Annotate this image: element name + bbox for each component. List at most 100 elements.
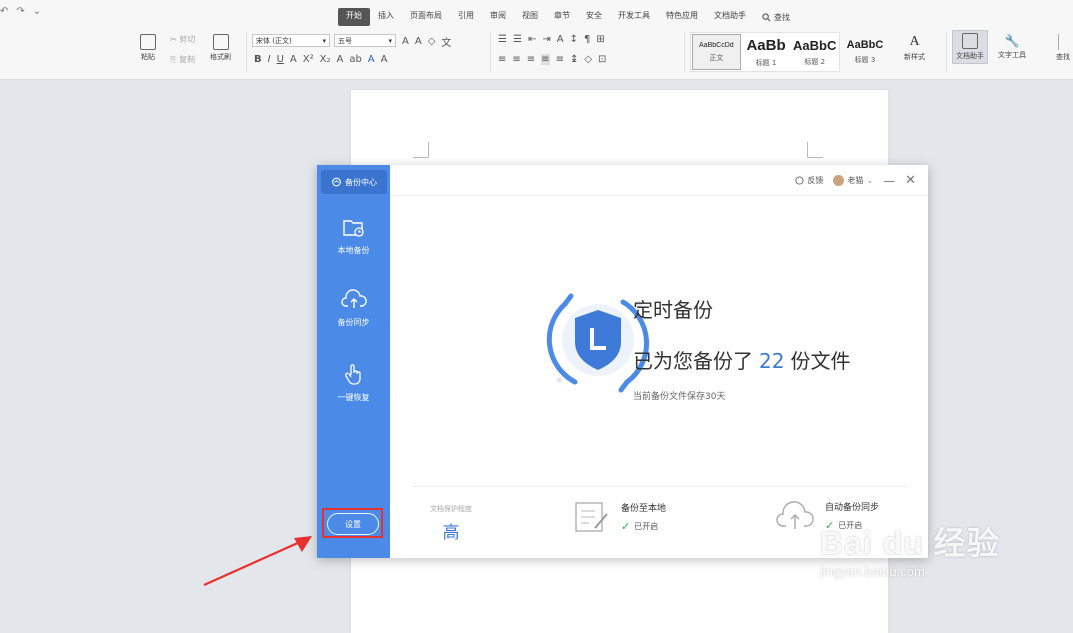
align-left-icon[interactable]: ≡: [498, 54, 506, 65]
subscript-icon[interactable]: X₂: [320, 54, 331, 65]
style-heading-1[interactable]: AaBb 标题 1: [742, 33, 791, 71]
tab-insert[interactable]: 插入: [370, 8, 402, 26]
nav-label: 一键恢复: [337, 393, 370, 402]
chevron-down-icon: ⌄: [866, 176, 874, 185]
tab-home[interactable]: 开始: [338, 8, 370, 26]
heading-scheduled-backup: 定时备份: [633, 298, 713, 322]
annotation-arrow: [203, 536, 312, 587]
copy-button[interactable]: ⎘ 复制: [170, 54, 195, 65]
style-sample: AaBbC: [846, 39, 884, 51]
tab-security[interactable]: 安全: [578, 8, 610, 26]
strikethrough-icon[interactable]: A: [290, 54, 297, 65]
new-style-label: 新样式: [904, 53, 925, 61]
ribbon: ↶ ↷ ⌄ 开始 插入 页面布局 引用 审阅 视图 章节 安全 开发工具 特色应…: [0, 0, 1073, 80]
nav-one-click-restore[interactable]: 一键恢复: [317, 362, 390, 403]
new-style-button[interactable]: A 新样式: [904, 34, 925, 62]
bold-icon[interactable]: B: [254, 54, 262, 65]
redo-icon[interactable]: ↷: [16, 6, 24, 24]
document-edit-icon: [575, 502, 608, 532]
minimize-button[interactable]: —: [883, 174, 895, 188]
settings-highlight-box: [322, 508, 383, 538]
protection-level: 文档保护程度 高: [430, 504, 472, 543]
doc-assistant-button[interactable]: 文档助手: [952, 30, 988, 64]
tab-chapter[interactable]: 章节: [546, 8, 578, 26]
paste-label: 粘贴: [141, 53, 155, 61]
line-spacing-icon[interactable]: ↨: [570, 54, 578, 65]
user-name: 老猫: [847, 176, 864, 185]
chinese-layout-icon[interactable]: A: [557, 34, 564, 45]
bullets-icon[interactable]: ☰: [498, 34, 507, 45]
tab-developer[interactable]: 开发工具: [610, 8, 658, 26]
highlight-icon[interactable]: ab: [349, 54, 361, 65]
italic-icon[interactable]: I: [268, 54, 271, 65]
ribbon-tools: 粘贴 ✂ 剪切 ⎘ 复制 格式刷 宋体 (正文) ▾ 五号 ▾ A A ◇ 文 B …: [134, 30, 1073, 74]
style-heading-2[interactable]: AaBbC 标题 2: [790, 33, 839, 71]
local-backup-name: 备份至本地: [621, 504, 667, 514]
chevron-down-icon: ▾: [388, 36, 392, 45]
format-painter-label: 格式刷: [210, 53, 231, 61]
decrease-indent-icon[interactable]: ⇤: [528, 34, 536, 45]
format-painter-button[interactable]: 格式刷: [210, 34, 231, 62]
nav-local-backup[interactable]: 本地备份: [317, 217, 390, 256]
user-menu[interactable]: 老猫 ⌄: [833, 175, 873, 186]
undo-icon[interactable]: ↶: [0, 6, 8, 24]
text-effect-icon[interactable]: A: [336, 54, 343, 65]
clear-format-icon[interactable]: ◇: [428, 36, 436, 47]
style-label: 标题 1: [755, 58, 777, 67]
paste-button[interactable]: 粘贴: [140, 34, 156, 62]
tab-page-layout[interactable]: 页面布局: [402, 8, 450, 26]
numbering-icon[interactable]: ☰: [513, 34, 522, 45]
shading-icon[interactable]: ◇: [584, 54, 592, 65]
char-shading-icon[interactable]: A: [381, 54, 388, 65]
tab-view[interactable]: 视图: [514, 8, 546, 26]
search-tab[interactable]: 查找: [754, 8, 798, 26]
protection-value: 高: [442, 523, 460, 543]
tab-features[interactable]: 特色应用: [658, 8, 706, 26]
check-icon: ✓: [621, 520, 631, 533]
tab-doc-assistant[interactable]: 文档助手: [706, 8, 754, 26]
style-heading-3[interactable]: AaBbC 标题 3: [840, 32, 890, 72]
borders-icon[interactable]: ⊡: [598, 54, 606, 65]
font-name-select[interactable]: 宋体 (正文) ▾: [252, 34, 330, 47]
text-tools-button[interactable]: 🔧 文字工具: [998, 34, 1026, 60]
quick-access-toolbar: ↶ ↷ ⌄: [0, 6, 41, 24]
auto-sync-name: 自动备份同步: [825, 503, 880, 513]
cut-label: 剪切: [179, 35, 196, 44]
superscript-icon[interactable]: X²: [303, 54, 314, 65]
align-center-icon[interactable]: ≡: [512, 54, 520, 65]
tab-review[interactable]: 审阅: [482, 8, 514, 26]
backup-center-title[interactable]: 备份中心: [321, 170, 387, 194]
dialog-main: 定时备份 已为您备份了 22 份文件 当前备份文件保存30天: [390, 196, 928, 486]
font-color-icon[interactable]: A: [368, 54, 375, 65]
distribute-icon[interactable]: ≡: [556, 54, 564, 65]
find-icon: [1058, 34, 1068, 50]
align-right-icon[interactable]: ≡: [527, 54, 535, 65]
find-replace-button[interactable]: 查找: [1056, 34, 1070, 62]
justify-icon[interactable]: ≡: [541, 54, 550, 65]
nav-backup-sync[interactable]: 备份同步: [317, 289, 390, 328]
increase-indent-icon[interactable]: ⇥: [542, 34, 550, 45]
style-label: 正文: [709, 53, 724, 62]
local-backup-feature[interactable]: 备份至本地 ✓ 已开启: [573, 500, 666, 534]
close-icon[interactable]: ✕: [905, 173, 916, 188]
backup-status: 已为您备份了 22 份文件: [633, 345, 850, 374]
footer-divider: [412, 486, 906, 487]
hand-pointer-icon: [344, 364, 361, 385]
style-label: 标题 3: [854, 56, 876, 64]
table-borders-icon[interactable]: ⊞: [596, 34, 604, 45]
customize-icon[interactable]: ⌄: [33, 6, 41, 24]
cut-button[interactable]: ✂ 剪切: [170, 34, 195, 45]
style-normal[interactable]: AaBbCcDd 正文: [692, 34, 741, 70]
grow-font-icon[interactable]: A: [402, 36, 409, 47]
tab-references[interactable]: 引用: [450, 8, 482, 26]
sort-icon[interactable]: ↕: [570, 34, 578, 45]
feedback-link[interactable]: 反馈: [795, 175, 823, 186]
font-size-value: 五号: [338, 36, 352, 45]
show-marks-icon[interactable]: ¶: [584, 34, 590, 45]
status-suffix: 份文件: [790, 349, 851, 373]
font-size-select[interactable]: 五号 ▾: [334, 34, 396, 47]
phonetic-icon[interactable]: 文: [441, 34, 451, 49]
shrink-font-icon[interactable]: A: [415, 36, 422, 47]
copy-label: 复制: [178, 55, 195, 64]
underline-icon[interactable]: U: [277, 54, 284, 65]
